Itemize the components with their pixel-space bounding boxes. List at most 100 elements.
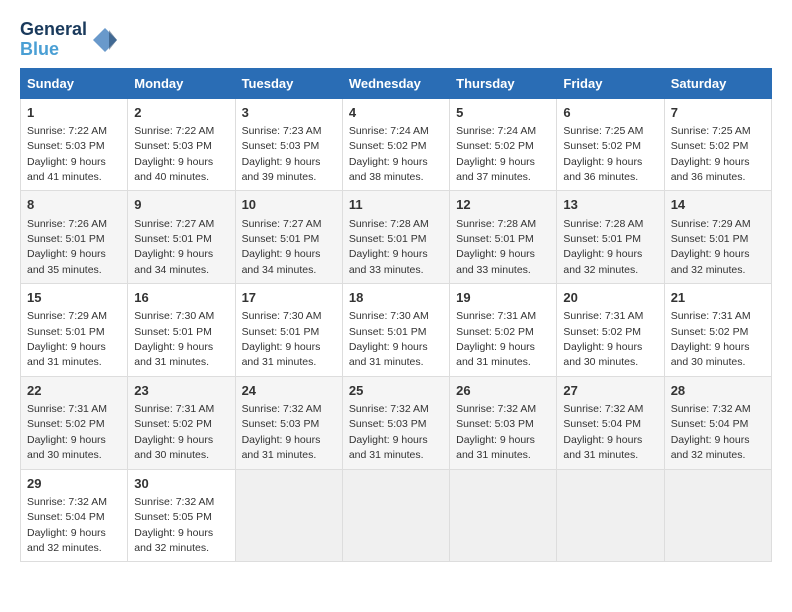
- day-cell: 26 Sunrise: 7:32 AMSunset: 5:03 PMDaylig…: [450, 376, 557, 469]
- day-number: 20: [563, 289, 657, 307]
- day-info: Sunrise: 7:30 AMSunset: 5:01 PMDaylight:…: [242, 310, 322, 368]
- week-row-5: 29 Sunrise: 7:32 AMSunset: 5:04 PMDaylig…: [21, 469, 772, 562]
- day-info: Sunrise: 7:28 AMSunset: 5:01 PMDaylight:…: [349, 218, 429, 276]
- day-info: Sunrise: 7:31 AMSunset: 5:02 PMDaylight:…: [134, 403, 214, 461]
- day-number: 29: [27, 475, 121, 493]
- day-number: 25: [349, 382, 443, 400]
- day-number: 3: [242, 104, 336, 122]
- day-info: Sunrise: 7:29 AMSunset: 5:01 PMDaylight:…: [671, 218, 751, 276]
- day-info: Sunrise: 7:32 AMSunset: 5:04 PMDaylight:…: [563, 403, 643, 461]
- day-cell: [450, 469, 557, 562]
- day-cell: 23 Sunrise: 7:31 AMSunset: 5:02 PMDaylig…: [128, 376, 235, 469]
- day-info: Sunrise: 7:31 AMSunset: 5:02 PMDaylight:…: [563, 310, 643, 368]
- day-cell: [557, 469, 664, 562]
- day-cell: 20 Sunrise: 7:31 AMSunset: 5:02 PMDaylig…: [557, 284, 664, 377]
- day-cell: 29 Sunrise: 7:32 AMSunset: 5:04 PMDaylig…: [21, 469, 128, 562]
- week-row-4: 22 Sunrise: 7:31 AMSunset: 5:02 PMDaylig…: [21, 376, 772, 469]
- day-info: Sunrise: 7:32 AMSunset: 5:04 PMDaylight:…: [27, 496, 107, 554]
- day-info: Sunrise: 7:23 AMSunset: 5:03 PMDaylight:…: [242, 125, 322, 183]
- day-number: 10: [242, 196, 336, 214]
- day-cell: 17 Sunrise: 7:30 AMSunset: 5:01 PMDaylig…: [235, 284, 342, 377]
- day-info: Sunrise: 7:28 AMSunset: 5:01 PMDaylight:…: [563, 218, 643, 276]
- day-number: 13: [563, 196, 657, 214]
- day-number: 15: [27, 289, 121, 307]
- day-number: 21: [671, 289, 765, 307]
- day-cell: [342, 469, 449, 562]
- day-cell: 4 Sunrise: 7:24 AMSunset: 5:02 PMDayligh…: [342, 98, 449, 191]
- day-cell: 16 Sunrise: 7:30 AMSunset: 5:01 PMDaylig…: [128, 284, 235, 377]
- day-number: 14: [671, 196, 765, 214]
- day-info: Sunrise: 7:24 AMSunset: 5:02 PMDaylight:…: [349, 125, 429, 183]
- day-info: Sunrise: 7:31 AMSunset: 5:02 PMDaylight:…: [27, 403, 107, 461]
- day-number: 22: [27, 382, 121, 400]
- header-saturday: Saturday: [664, 68, 771, 98]
- header-monday: Monday: [128, 68, 235, 98]
- day-cell: 12 Sunrise: 7:28 AMSunset: 5:01 PMDaylig…: [450, 191, 557, 284]
- day-cell: 28 Sunrise: 7:32 AMSunset: 5:04 PMDaylig…: [664, 376, 771, 469]
- day-cell: 22 Sunrise: 7:31 AMSunset: 5:02 PMDaylig…: [21, 376, 128, 469]
- day-number: 18: [349, 289, 443, 307]
- day-cell: 19 Sunrise: 7:31 AMSunset: 5:02 PMDaylig…: [450, 284, 557, 377]
- day-cell: 7 Sunrise: 7:25 AMSunset: 5:02 PMDayligh…: [664, 98, 771, 191]
- day-info: Sunrise: 7:32 AMSunset: 5:03 PMDaylight:…: [242, 403, 322, 461]
- day-cell: 6 Sunrise: 7:25 AMSunset: 5:02 PMDayligh…: [557, 98, 664, 191]
- day-cell: 14 Sunrise: 7:29 AMSunset: 5:01 PMDaylig…: [664, 191, 771, 284]
- day-info: Sunrise: 7:25 AMSunset: 5:02 PMDaylight:…: [563, 125, 643, 183]
- day-info: Sunrise: 7:26 AMSunset: 5:01 PMDaylight:…: [27, 218, 107, 276]
- day-number: 6: [563, 104, 657, 122]
- day-number: 4: [349, 104, 443, 122]
- day-cell: 10 Sunrise: 7:27 AMSunset: 5:01 PMDaylig…: [235, 191, 342, 284]
- day-cell: 18 Sunrise: 7:30 AMSunset: 5:01 PMDaylig…: [342, 284, 449, 377]
- day-info: Sunrise: 7:31 AMSunset: 5:02 PMDaylight:…: [671, 310, 751, 368]
- day-number: 1: [27, 104, 121, 122]
- day-number: 2: [134, 104, 228, 122]
- day-cell: [235, 469, 342, 562]
- day-number: 12: [456, 196, 550, 214]
- logo-text: GeneralBlue: [20, 20, 87, 60]
- day-cell: [664, 469, 771, 562]
- day-info: Sunrise: 7:32 AMSunset: 5:03 PMDaylight:…: [456, 403, 536, 461]
- day-number: 30: [134, 475, 228, 493]
- day-number: 8: [27, 196, 121, 214]
- day-number: 17: [242, 289, 336, 307]
- day-info: Sunrise: 7:27 AMSunset: 5:01 PMDaylight:…: [134, 218, 214, 276]
- day-cell: 9 Sunrise: 7:27 AMSunset: 5:01 PMDayligh…: [128, 191, 235, 284]
- day-cell: 5 Sunrise: 7:24 AMSunset: 5:02 PMDayligh…: [450, 98, 557, 191]
- day-info: Sunrise: 7:24 AMSunset: 5:02 PMDaylight:…: [456, 125, 536, 183]
- day-number: 11: [349, 196, 443, 214]
- week-row-2: 8 Sunrise: 7:26 AMSunset: 5:01 PMDayligh…: [21, 191, 772, 284]
- day-cell: 3 Sunrise: 7:23 AMSunset: 5:03 PMDayligh…: [235, 98, 342, 191]
- day-cell: 13 Sunrise: 7:28 AMSunset: 5:01 PMDaylig…: [557, 191, 664, 284]
- day-info: Sunrise: 7:31 AMSunset: 5:02 PMDaylight:…: [456, 310, 536, 368]
- day-info: Sunrise: 7:27 AMSunset: 5:01 PMDaylight:…: [242, 218, 322, 276]
- day-cell: 15 Sunrise: 7:29 AMSunset: 5:01 PMDaylig…: [21, 284, 128, 377]
- calendar-table: SundayMondayTuesdayWednesdayThursdayFrid…: [20, 68, 772, 563]
- day-number: 5: [456, 104, 550, 122]
- day-cell: 2 Sunrise: 7:22 AMSunset: 5:03 PMDayligh…: [128, 98, 235, 191]
- day-number: 23: [134, 382, 228, 400]
- day-cell: 11 Sunrise: 7:28 AMSunset: 5:01 PMDaylig…: [342, 191, 449, 284]
- day-info: Sunrise: 7:29 AMSunset: 5:01 PMDaylight:…: [27, 310, 107, 368]
- day-number: 7: [671, 104, 765, 122]
- day-info: Sunrise: 7:25 AMSunset: 5:02 PMDaylight:…: [671, 125, 751, 183]
- calendar-body: 1 Sunrise: 7:22 AMSunset: 5:03 PMDayligh…: [21, 98, 772, 562]
- day-cell: 21 Sunrise: 7:31 AMSunset: 5:02 PMDaylig…: [664, 284, 771, 377]
- header-wednesday: Wednesday: [342, 68, 449, 98]
- day-number: 16: [134, 289, 228, 307]
- calendar-header: SundayMondayTuesdayWednesdayThursdayFrid…: [21, 68, 772, 98]
- header-row: SundayMondayTuesdayWednesdayThursdayFrid…: [21, 68, 772, 98]
- day-number: 9: [134, 196, 228, 214]
- day-number: 26: [456, 382, 550, 400]
- header-thursday: Thursday: [450, 68, 557, 98]
- day-cell: 1 Sunrise: 7:22 AMSunset: 5:03 PMDayligh…: [21, 98, 128, 191]
- day-number: 24: [242, 382, 336, 400]
- week-row-3: 15 Sunrise: 7:29 AMSunset: 5:01 PMDaylig…: [21, 284, 772, 377]
- day-info: Sunrise: 7:32 AMSunset: 5:05 PMDaylight:…: [134, 496, 214, 554]
- day-cell: 27 Sunrise: 7:32 AMSunset: 5:04 PMDaylig…: [557, 376, 664, 469]
- day-info: Sunrise: 7:28 AMSunset: 5:01 PMDaylight:…: [456, 218, 536, 276]
- day-cell: 25 Sunrise: 7:32 AMSunset: 5:03 PMDaylig…: [342, 376, 449, 469]
- day-info: Sunrise: 7:32 AMSunset: 5:04 PMDaylight:…: [671, 403, 751, 461]
- page-header: GeneralBlue: [20, 20, 772, 60]
- header-sunday: Sunday: [21, 68, 128, 98]
- day-number: 28: [671, 382, 765, 400]
